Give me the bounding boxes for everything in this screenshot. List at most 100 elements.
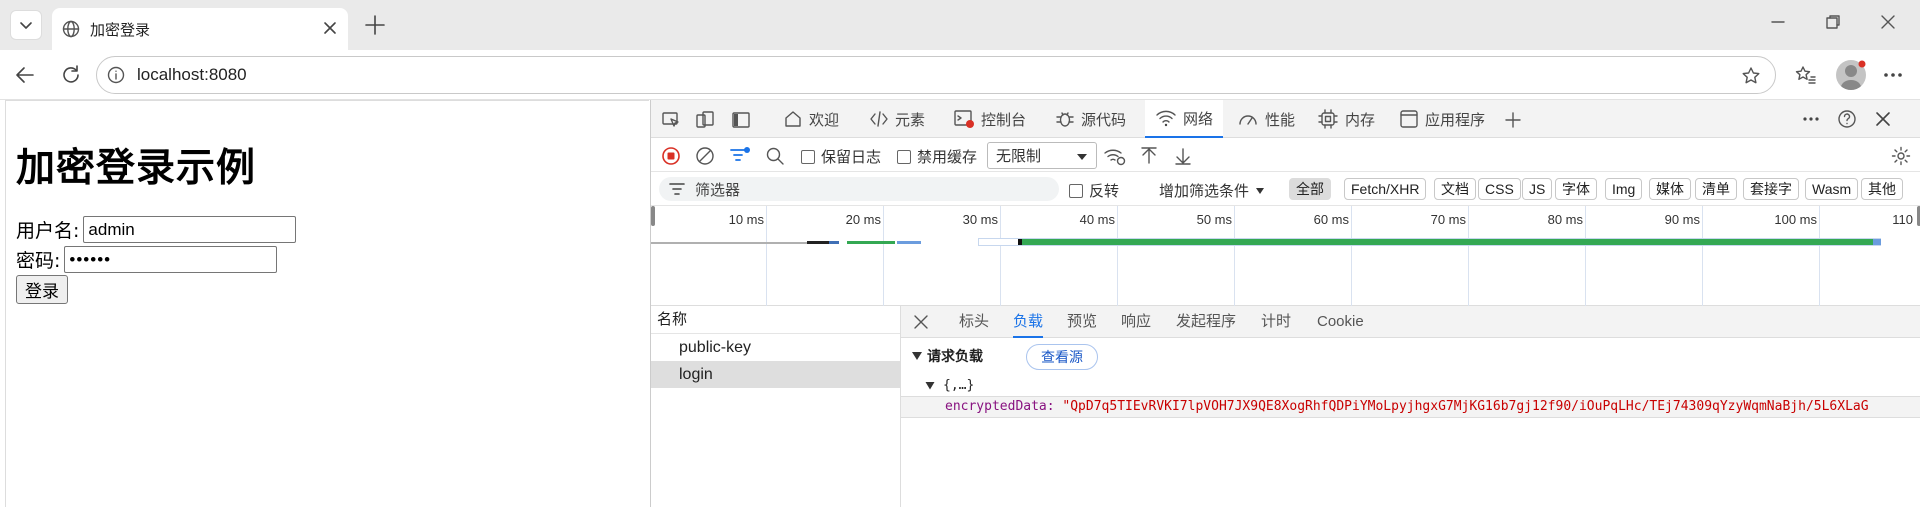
more-menu-icon[interactable] <box>1882 66 1904 84</box>
tab-application[interactable]: 应用程序 <box>1389 100 1495 138</box>
filter-type-doc[interactable]: 文档 <box>1434 178 1476 200</box>
filter-type-font[interactable]: 字体 <box>1555 178 1597 200</box>
minimize-icon[interactable] <box>1770 14 1786 30</box>
detail-tab-response[interactable]: 响应 <box>1121 306 1151 338</box>
more-filters-dropdown[interactable]: 增加筛选条件 <box>1159 180 1265 201</box>
console-icon <box>954 110 974 128</box>
devtools-tab-bar: 欢迎 元素 控制台 源代码 网络 性能 内存 应用程序 <box>651 100 1920 138</box>
request-row-public-key[interactable]: public-key <box>651 334 900 361</box>
login-button[interactable]: 登录 <box>16 275 68 304</box>
preserve-log-checkbox[interactable]: 保留日志 <box>801 146 881 167</box>
request-list: 名称 public-key login <box>651 306 901 507</box>
password-input[interactable] <box>64 246 278 273</box>
import-har-icon[interactable] <box>1139 146 1159 166</box>
view-source-button[interactable]: 查看源 <box>1026 344 1098 370</box>
invert-label: 反转 <box>1089 183 1120 200</box>
dropdown-arrow-icon <box>1077 154 1087 160</box>
home-icon <box>785 111 801 127</box>
network-toolbar: 保留日志 禁用缓存 无限制 <box>651 138 1920 172</box>
bug-icon <box>1056 112 1074 127</box>
favorites-icon[interactable] <box>1794 64 1816 86</box>
username-input[interactable] <box>83 216 297 243</box>
waterfall-download-bar <box>897 241 921 244</box>
filter-type-manifest[interactable]: 清单 <box>1695 178 1737 200</box>
dock-icon[interactable] <box>731 110 751 130</box>
filter-type-js[interactable]: JS <box>1522 178 1553 200</box>
tab-console[interactable]: 控制台 <box>943 100 1036 138</box>
close-detail-icon[interactable] <box>913 314 929 330</box>
tab-welcome[interactable]: 欢迎 <box>773 100 849 138</box>
detail-tab-preview[interactable]: 预览 <box>1067 306 1097 338</box>
tab-label: 欢迎 <box>809 111 840 129</box>
detail-tab-initiator[interactable]: 发起程序 <box>1176 306 1236 338</box>
overview-handle-left[interactable] <box>651 206 655 226</box>
tick-label: 10 ms <box>728 212 764 227</box>
filter-type-css[interactable]: CSS <box>1478 178 1521 200</box>
tab-label: 内存 <box>1345 111 1376 129</box>
settings-gear-icon[interactable] <box>1891 146 1911 166</box>
detail-tab-cookie[interactable]: Cookie <box>1317 306 1364 338</box>
filter-type-wasm[interactable]: Wasm <box>1805 178 1859 200</box>
disable-cache-label: 禁用缓存 <box>917 149 978 166</box>
tab-elements[interactable]: 元素 <box>859 100 935 138</box>
network-conditions-icon[interactable] <box>1103 146 1127 166</box>
filter-type-all[interactable]: 全部 <box>1289 178 1331 200</box>
browser-tab[interactable]: 加密登录 <box>52 8 348 50</box>
code-icon <box>870 111 888 127</box>
restore-icon[interactable] <box>1825 14 1841 30</box>
filter-type-media[interactable]: 媒体 <box>1649 178 1691 200</box>
window-close-icon[interactable] <box>1880 14 1896 30</box>
clear-icon[interactable] <box>695 146 715 166</box>
device-toggle-icon[interactable] <box>695 110 715 130</box>
filter-toggle-icon[interactable] <box>729 146 751 166</box>
address-bar[interactable]: localhost:8080 <box>96 56 1776 94</box>
invert-checkbox[interactable]: 反转 <box>1069 180 1119 201</box>
payload-section-header[interactable]: 请求负载 <box>911 346 983 366</box>
detail-tab-bar: 标头 负载 预览 响应 发起程序 计时 Cookie <box>901 306 1920 338</box>
checkbox-box[interactable] <box>1069 184 1083 198</box>
filter-type-other[interactable]: 其他 <box>1861 178 1903 200</box>
throttling-select[interactable]: 无限制 <box>987 142 1097 169</box>
tick-label: 40 ms <box>1079 212 1115 227</box>
detail-tab-headers[interactable]: 标头 <box>959 306 989 338</box>
filter-type-socket[interactable]: 套接字 <box>1743 178 1799 200</box>
tab-performance[interactable]: 性能 <box>1227 100 1305 138</box>
tab-label: 性能 <box>1265 111 1296 129</box>
gauge-icon <box>1239 115 1257 125</box>
checkbox-box[interactable] <box>801 150 815 164</box>
help-icon[interactable] <box>1837 109 1857 129</box>
close-icon[interactable] <box>322 20 338 36</box>
filter-input[interactable]: 筛选器 <box>659 177 1059 201</box>
request-row-login[interactable]: login <box>651 361 900 388</box>
tick-line <box>1117 206 1118 306</box>
star-icon[interactable] <box>1741 66 1761 86</box>
info-icon[interactable] <box>107 66 125 84</box>
tick-line <box>1351 206 1352 306</box>
detail-tab-timing[interactable]: 计时 <box>1261 306 1291 338</box>
filter-type-img[interactable]: Img <box>1605 178 1643 200</box>
network-overview[interactable]: 10 ms 20 ms 30 ms 40 ms 50 ms 60 ms 70 m… <box>651 206 1920 306</box>
tab-memory[interactable]: 内存 <box>1307 100 1385 138</box>
reload-icon[interactable] <box>60 64 82 86</box>
more-tools-icon[interactable] <box>1801 112 1821 126</box>
payload-object-row[interactable]: {,…} <box>925 378 974 393</box>
new-tab-icon[interactable] <box>362 12 388 38</box>
payload-property-row[interactable]: encryptedData: "QpD7q5TIEvRVKI7lpVOH7JX9… <box>901 396 1920 418</box>
inspect-icon[interactable] <box>661 110 681 130</box>
name-column-header[interactable]: 名称 <box>651 306 900 334</box>
search-icon[interactable] <box>765 146 785 166</box>
back-arrow-icon[interactable] <box>14 64 36 86</box>
add-tab-icon[interactable] <box>1503 110 1523 130</box>
disable-cache-checkbox[interactable]: 禁用缓存 <box>897 146 977 167</box>
detail-tab-payload[interactable]: 负载 <box>1013 306 1044 338</box>
close-devtools-icon[interactable] <box>1873 109 1893 129</box>
tab-label: 应用程序 <box>1425 111 1486 129</box>
payload-value: "QpD7q5TIEvRVKI7lpVOH7JX9QE8XogRhfQDPiYM… <box>1062 399 1869 414</box>
tab-network[interactable]: 网络 <box>1145 100 1224 138</box>
export-har-icon[interactable] <box>1173 146 1193 166</box>
checkbox-box[interactable] <box>897 150 911 164</box>
tab-sources[interactable]: 源代码 <box>1045 100 1136 138</box>
record-stop-icon[interactable] <box>661 146 681 166</box>
filter-type-fetch-xhr[interactable]: Fetch/XHR <box>1344 178 1427 200</box>
tab-actions-button[interactable] <box>10 10 42 40</box>
